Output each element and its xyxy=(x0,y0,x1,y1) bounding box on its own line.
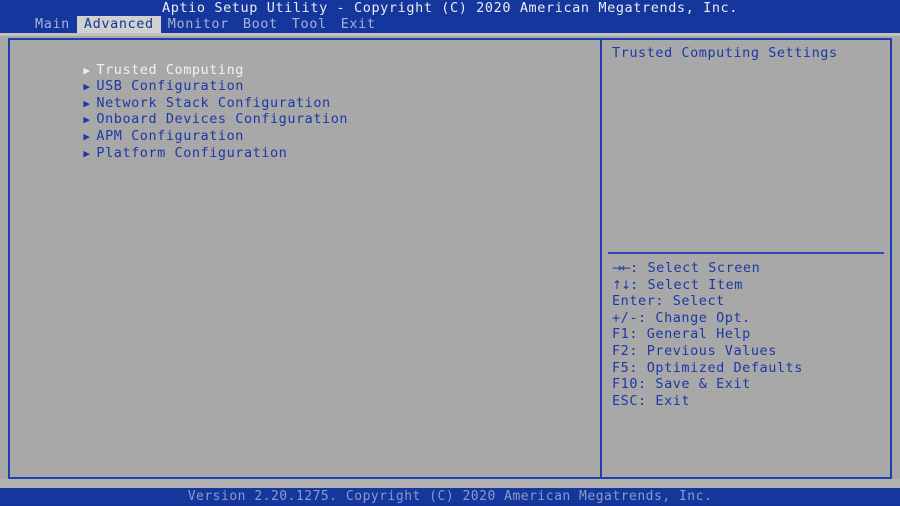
key-legend-label: Enter: Select xyxy=(612,293,725,310)
help-panel: Trusted Computing Settings →←: Select Sc… xyxy=(602,40,890,477)
help-panel-divider xyxy=(608,252,884,254)
help-description: Trusted Computing Settings xyxy=(612,45,838,61)
key-legend-save-exit: F10: Save & Exit xyxy=(612,376,888,393)
arrow-up-down-icon: ↑↓ xyxy=(612,277,631,292)
key-legend-change-opt: +/-: Change Opt. xyxy=(612,310,888,327)
key-legend-label: F5: Optimized Defaults xyxy=(612,359,803,376)
key-legend-label: : Select Screen xyxy=(630,260,761,276)
content-frame: ▶ Trusted Computing ▶ USB Configuration ▶ N… xyxy=(8,38,892,479)
tab-advanced[interactable]: Advanced xyxy=(76,16,161,33)
menu-item-platform-configuration[interactable]: ▶ Platform Configuration xyxy=(10,128,596,161)
tab-monitor[interactable]: Monitor xyxy=(161,16,236,33)
tab-boot[interactable]: Boot xyxy=(236,16,285,33)
key-legend-esc-exit: ESC: Exit xyxy=(612,393,888,410)
key-legend-label: F2: Previous Values xyxy=(612,342,777,359)
bios-setup-screen: Aptio Setup Utility - Copyright (C) 2020… xyxy=(0,0,900,506)
menu-item-onboard-devices-configuration[interactable]: ▶ Onboard Devices Configuration xyxy=(10,95,596,127)
key-legend-enter-select: Enter: Select xyxy=(612,293,888,310)
submenu-arrow-icon: ▶ xyxy=(83,146,91,160)
key-legend-select-item: ↑↓: Select Item xyxy=(612,277,888,294)
key-legend-label: F10: Save & Exit xyxy=(612,376,751,393)
tab-exit[interactable]: Exit xyxy=(334,16,383,33)
menu-item-label: Platform Configuration xyxy=(96,144,288,161)
tab-main[interactable]: Main xyxy=(28,16,77,33)
key-legend-optimized-defaults: F5: Optimized Defaults xyxy=(612,360,888,377)
title-bar: Aptio Setup Utility - Copyright (C) 2020… xyxy=(0,0,900,33)
tab-tool[interactable]: Tool xyxy=(285,16,334,33)
key-legend-list: →←: Select Screen ↑↓: Select Item Enter:… xyxy=(612,260,888,409)
header-divider xyxy=(0,33,900,36)
footer-spacer xyxy=(0,479,900,488)
menu-item-apm-configuration[interactable]: ▶ APM Configuration xyxy=(10,111,596,144)
menu-item-trusted-computing[interactable]: ▶ Trusted Computing xyxy=(10,45,596,78)
menu-item-usb-configuration[interactable]: ▶ USB Configuration xyxy=(10,62,596,94)
key-legend-label: +/-: Change Opt. xyxy=(612,309,751,326)
footer-bar: Version 2.20.1275. Copyright (C) 2020 Am… xyxy=(0,488,900,506)
version-label: Version 2.20.1275. Copyright (C) 2020 Am… xyxy=(187,489,713,504)
key-legend-label: : Select Item xyxy=(630,276,743,293)
key-legend-general-help: F1: General Help xyxy=(612,326,888,343)
page-title: Aptio Setup Utility - Copyright (C) 2020… xyxy=(161,0,739,16)
key-legend-label: F1: General Help xyxy=(612,326,751,343)
key-legend-label: ESC: Exit xyxy=(612,392,691,409)
menu-item-network-stack-configuration[interactable]: ▶ Network Stack Configuration xyxy=(10,78,596,111)
key-legend-previous-values: F2: Previous Values xyxy=(612,343,888,360)
arrow-left-right-icon: →← xyxy=(612,261,631,275)
key-legend-select-screen: →←: Select Screen xyxy=(612,260,888,277)
menu-tab-bar[interactable]: Main Advanced Monitor Boot Tool Exit xyxy=(28,16,383,33)
advanced-menu-list[interactable]: ▶ Trusted Computing ▶ USB Configuration ▶ N… xyxy=(10,45,596,161)
